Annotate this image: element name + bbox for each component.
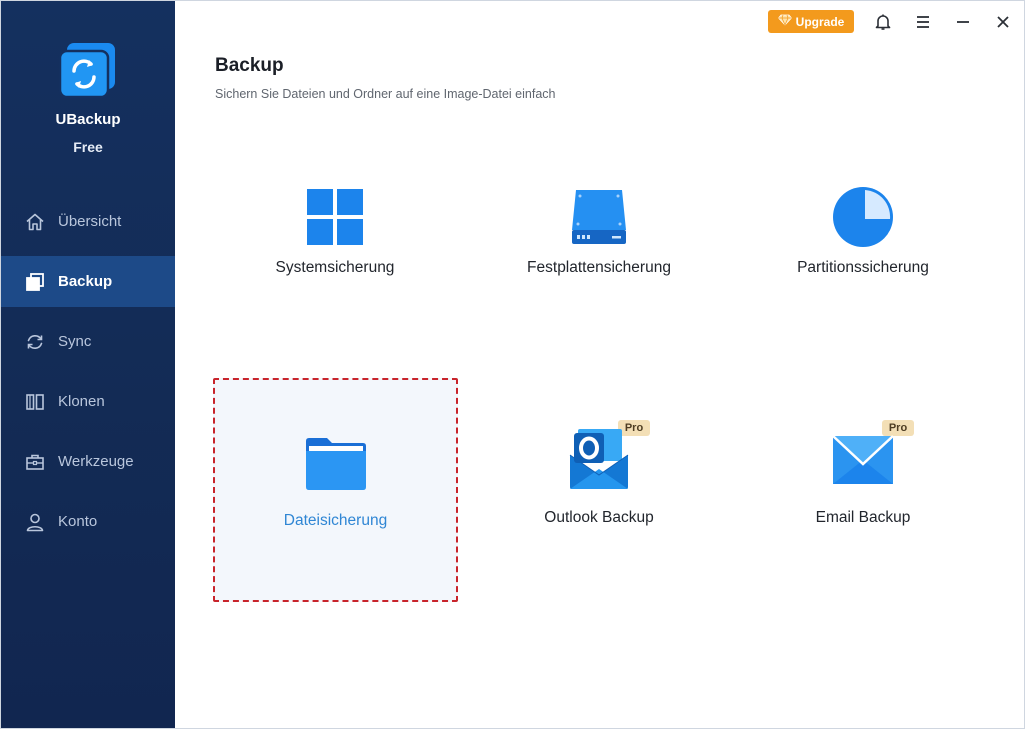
app-name: UBackup xyxy=(55,111,121,128)
pie-partition-icon xyxy=(743,185,983,249)
sync-icon xyxy=(25,332,45,352)
card-label: Email Backup xyxy=(815,509,911,526)
sidebar-item-uebersicht[interactable]: Übersicht xyxy=(1,196,175,247)
bell-icon[interactable] xyxy=(871,10,895,34)
card-dateisicherung[interactable]: Dateisicherung xyxy=(213,378,458,602)
home-icon xyxy=(25,212,45,232)
card-label: Partitionssicherung xyxy=(797,259,929,276)
backup-icon xyxy=(25,272,45,292)
upgrade-button[interactable]: Upgrade xyxy=(768,10,854,33)
sidebar-item-label: Konto xyxy=(58,513,98,530)
card-label: Outlook Backup xyxy=(544,509,654,526)
outlook-icon xyxy=(479,427,719,491)
card-festplattensicherung[interactable]: Festplattensicherung xyxy=(479,151,719,369)
card-systemsicherung[interactable]: Systemsicherung xyxy=(215,151,455,369)
sidebar-item-label: Sync xyxy=(58,333,92,350)
sidebar-item-label: Klonen xyxy=(58,393,105,410)
card-outlook-backup[interactable]: Pro Outlook Backup xyxy=(479,381,719,599)
sidebar-item-werkzeuge[interactable]: Werkzeuge xyxy=(1,436,175,487)
user-icon xyxy=(25,512,45,532)
card-email-backup[interactable]: Pro Email Backup xyxy=(743,381,983,599)
app-logo-icon xyxy=(57,41,117,99)
folder-icon xyxy=(215,432,456,496)
main-content: Upgrade Backup Sichern Sie Dateien und O… xyxy=(175,1,1024,728)
hard-disk-icon xyxy=(479,185,719,249)
menu-icon[interactable] xyxy=(911,10,935,34)
windows-icon xyxy=(215,185,455,249)
card-label: Systemsicherung xyxy=(275,259,395,276)
card-label: Festplattensicherung xyxy=(527,259,671,276)
sidebar-item-label: Werkzeuge xyxy=(58,453,134,470)
card-partitionssicherung[interactable]: Partitionssicherung xyxy=(743,151,983,369)
app-window: UBackup Free Übersicht Backup Sync Klone… xyxy=(0,0,1025,729)
sidebar-item-backup[interactable]: Backup xyxy=(1,256,175,307)
close-icon[interactable] xyxy=(991,10,1015,34)
sidebar-item-klonen[interactable]: Klonen xyxy=(1,376,175,427)
sidebar: UBackup Free Übersicht Backup Sync Klone… xyxy=(1,1,175,728)
sidebar-item-label: Backup xyxy=(58,273,113,290)
minimize-icon[interactable] xyxy=(951,10,975,34)
page-subtitle: Sichern Sie Dateien und Ordner auf eine … xyxy=(215,87,556,101)
sidebar-item-sync[interactable]: Sync xyxy=(1,316,175,367)
upgrade-label: Upgrade xyxy=(795,14,845,29)
sidebar-item-label: Übersicht xyxy=(58,213,122,230)
card-label: Dateisicherung xyxy=(283,512,388,529)
diamond-icon xyxy=(777,14,792,29)
clone-icon xyxy=(25,392,45,412)
page-title: Backup xyxy=(215,55,284,76)
toolbox-icon xyxy=(25,452,45,472)
sidebar-item-konto[interactable]: Konto xyxy=(1,496,175,547)
app-edition: Free xyxy=(73,139,103,155)
envelope-icon xyxy=(743,427,983,491)
